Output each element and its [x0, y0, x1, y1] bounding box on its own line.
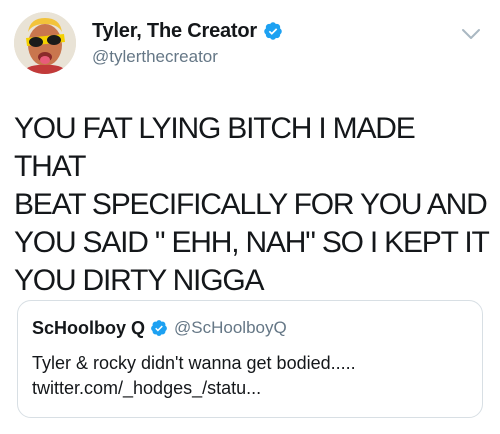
tweet-text: YOU FAT LYING BITCH I MADE THAT BEAT SPE…	[14, 112, 490, 297]
quoted-tweet-header: ScHoolboy Q @ScHoolboyQ	[32, 317, 468, 339]
author-display-name[interactable]: Tyler, The Creator	[92, 20, 257, 43]
verified-badge-icon	[151, 320, 167, 336]
quoted-tweet-link[interactable]: twitter.com/_hodges_/statu...	[32, 376, 468, 401]
quoted-tweet-line: Tyler & rocky didn't wanna get bodied...…	[32, 353, 356, 373]
quoted-tweet-card[interactable]: ScHoolboy Q @ScHoolboyQ Tyler & rocky di…	[17, 300, 483, 418]
quoted-tweet-text: Tyler & rocky didn't wanna get bodied...…	[32, 351, 468, 401]
quoted-author-handle: @ScHoolboyQ	[174, 318, 287, 337]
avatar[interactable]	[14, 12, 76, 74]
quoted-author-display-name: ScHoolboy Q	[32, 317, 146, 338]
avatar-image	[14, 12, 76, 74]
author-name-row: Tyler, The Creator	[92, 18, 283, 44]
author-handle[interactable]: @tylerthecreator	[92, 47, 283, 67]
chevron-down-icon[interactable]	[460, 26, 482, 42]
verified-badge-icon	[264, 22, 282, 40]
tweet-author[interactable]: Tyler, The Creator @tylerthecreator	[92, 18, 283, 67]
